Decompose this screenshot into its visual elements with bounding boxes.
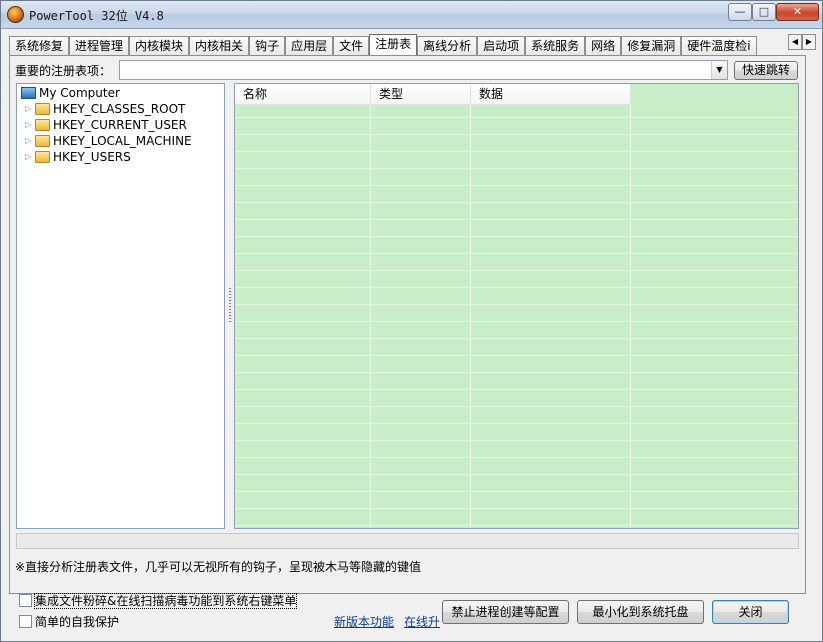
- tree-item-hku[interactable]: ▷ HKEY_USERS: [25, 149, 131, 165]
- tab-kernel-modules[interactable]: 内核模块: [129, 36, 189, 55]
- quick-jump-button[interactable]: 快速跳转: [734, 61, 798, 80]
- tab-registry[interactable]: 注册表: [369, 34, 417, 55]
- tree-item-label: HKEY_LOCAL_MACHINE: [53, 134, 192, 148]
- computer-icon: [21, 87, 36, 99]
- block-process-config-button[interactable]: 禁止进程创建等配置: [442, 600, 569, 624]
- grid-header: 名称 类型 数据: [235, 84, 798, 105]
- checkbox-box[interactable]: [19, 615, 32, 628]
- window-title: PowerTool 32位 V4.8: [29, 7, 164, 24]
- tab-startup[interactable]: 启动项: [477, 36, 525, 55]
- tab-strip: 系统修复进程管理内核模块内核相关钩子应用层文件注册表离线分析启动项系统服务网络修…: [9, 34, 805, 55]
- column-header-name[interactable]: 名称: [235, 84, 371, 104]
- minimize-to-tray-button[interactable]: 最小化到系统托盘: [577, 600, 704, 624]
- tree-item-hklm[interactable]: ▷ HKEY_LOCAL_MACHINE: [25, 133, 192, 149]
- tab-patch-vulnerabilities[interactable]: 修复漏洞: [621, 36, 681, 55]
- online-upgrade-link[interactable]: 在线升: [404, 613, 440, 630]
- tree-root-label: My Computer: [39, 86, 120, 100]
- tab-system-repair[interactable]: 系统修复: [9, 36, 69, 55]
- tab-offline-analysis[interactable]: 离线分析: [417, 36, 477, 55]
- minimize-button[interactable]: —: [728, 3, 752, 21]
- tree-item-label: HKEY_CLASSES_ROOT: [53, 102, 185, 116]
- tab-system-services[interactable]: 系统服务: [525, 36, 585, 55]
- registry-values-grid[interactable]: 名称 类型 数据: [234, 83, 799, 529]
- expand-arrow-icon[interactable]: ▷: [25, 149, 33, 165]
- context-menu-label: 集成文件粉碎&在线扫描病毒功能到系统右键菜单: [35, 594, 296, 608]
- column-header-type[interactable]: 类型: [371, 84, 471, 104]
- tree-item-hkcu[interactable]: ▷ HKEY_CURRENT_USER: [25, 117, 187, 133]
- tab-kernel-related[interactable]: 内核相关: [189, 36, 249, 55]
- horizontal-scrollbar[interactable]: [16, 533, 799, 549]
- tree-item-label: HKEY_USERS: [53, 150, 131, 164]
- tab-scroll-right-button[interactable]: ▶: [802, 34, 816, 50]
- folder-icon: [35, 151, 50, 163]
- close-window-button[interactable]: ✕: [776, 3, 819, 21]
- tree-item-hkcr[interactable]: ▷ HKEY_CLASSES_ROOT: [25, 101, 185, 117]
- expand-arrow-icon[interactable]: ▷: [25, 133, 33, 149]
- important-keys-label: 重要的注册表项：: [15, 62, 111, 79]
- registry-tree[interactable]: My Computer ▷ HKEY_CLASSES_ROOT ▷ HKEY_CUR…: [16, 83, 225, 529]
- tab-process-manager[interactable]: 进程管理: [69, 36, 129, 55]
- tab-hooks[interactable]: 钩子: [249, 36, 285, 55]
- folder-icon: [35, 119, 50, 131]
- folder-icon: [35, 103, 50, 115]
- maximize-button[interactable]: □: [752, 3, 776, 21]
- self-protect-checkbox[interactable]: 简单的自我保护: [19, 614, 119, 630]
- pane-splitter[interactable]: [227, 83, 233, 529]
- splitter-grip-icon: [229, 288, 231, 324]
- tab-network[interactable]: 网络: [585, 36, 621, 55]
- tab-scroll-left-button[interactable]: ◀: [788, 34, 802, 50]
- app-icon: [7, 6, 24, 23]
- main-window: PowerTool 32位 V4.8 — □ ✕ 系统修复进程管理内核模块内核相…: [0, 0, 823, 642]
- expand-arrow-icon[interactable]: ▷: [25, 101, 33, 117]
- combobox-dropdown-icon[interactable]: ▼: [711, 61, 727, 79]
- important-keys-combobox[interactable]: ▼: [119, 60, 728, 80]
- tree-root-my-computer[interactable]: My Computer: [21, 85, 120, 101]
- tab-application-layer[interactable]: 应用层: [285, 36, 333, 55]
- folder-icon: [35, 135, 50, 147]
- expand-arrow-icon[interactable]: ▷: [25, 117, 33, 133]
- tree-item-label: HKEY_CURRENT_USER: [53, 118, 187, 132]
- column-header-data[interactable]: 数据: [471, 84, 631, 104]
- self-protect-label: 简单的自我保护: [35, 615, 119, 629]
- grid-header-filler: [631, 84, 798, 105]
- title-bar[interactable]: PowerTool 32位 V4.8 — □ ✕: [1, 1, 822, 29]
- tab-files[interactable]: 文件: [333, 36, 369, 55]
- checkbox-box[interactable]: [19, 594, 32, 607]
- new-features-link[interactable]: 新版本功能: [334, 613, 394, 630]
- tab-hardware-temperature[interactable]: 硬件温度检i: [681, 36, 756, 55]
- close-button[interactable]: 关闭: [712, 600, 789, 624]
- registry-note: ※直接分析注册表文件，几乎可以无视所有的钩子，呈现被木马等隐藏的键值: [15, 558, 421, 575]
- context-menu-checkbox[interactable]: 集成文件粉碎&在线扫描病毒功能到系统右键菜单: [19, 593, 296, 609]
